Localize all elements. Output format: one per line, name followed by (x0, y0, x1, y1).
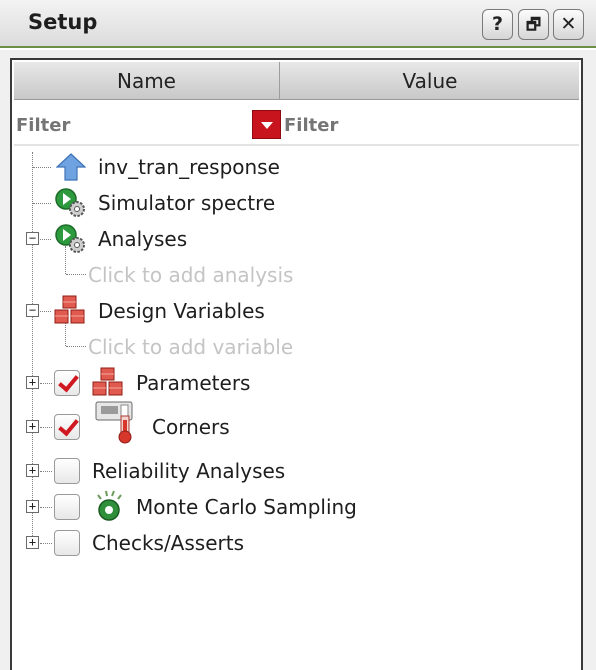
dice-icon (97, 490, 122, 521)
add-analysis-hint[interactable]: Click to add analysis (88, 263, 293, 287)
cubes-icon (54, 295, 85, 324)
column-header-value[interactable]: Value (281, 62, 579, 100)
tree-label: Design Variables (98, 299, 265, 323)
tree-connector (40, 311, 51, 312)
tree-connector (40, 383, 52, 384)
tree-connector (40, 239, 51, 240)
tree-connector (40, 427, 52, 428)
column-header-name[interactable]: Name (14, 62, 280, 100)
tree-guide-line (32, 152, 33, 542)
setup-tree-view[interactable]: Name Value inv_tran_response Simulator s… (10, 58, 583, 670)
parameters-checkbox[interactable] (54, 370, 80, 396)
help-button[interactable]: ? (482, 9, 513, 40)
window-title: Setup (28, 10, 98, 34)
thermometer-icon (95, 401, 133, 444)
tree-connector (66, 346, 86, 347)
filter-separator (14, 144, 579, 146)
tree-label: Simulator spectre (98, 191, 276, 215)
tree-label: Corners (152, 415, 230, 439)
collapse-toggle[interactable]: − (26, 304, 39, 317)
tree-connector (33, 167, 51, 168)
filter-dropdown-button[interactable] (252, 110, 281, 139)
close-button[interactable]: ✕ (553, 9, 584, 40)
value-filter-input[interactable] (284, 108, 564, 142)
name-filter-input[interactable] (16, 108, 252, 142)
expand-toggle[interactable]: + (26, 500, 39, 513)
corners-checkbox[interactable] (54, 414, 80, 440)
tree-connector (40, 543, 52, 544)
add-variable-hint[interactable]: Click to add variable (88, 335, 293, 359)
expand-toggle[interactable]: + (26, 420, 39, 433)
table-header: Name Value (14, 62, 579, 100)
simulator-gear-icon (55, 188, 85, 217)
reliability-analyses-checkbox[interactable] (54, 458, 80, 484)
simulator-gear-icon (55, 224, 85, 253)
tree-connector (33, 203, 51, 204)
expand-toggle[interactable]: + (26, 464, 39, 477)
tree-label: Parameters (136, 371, 251, 395)
expand-toggle[interactable]: + (26, 536, 39, 549)
tree-label: inv_tran_response (98, 155, 280, 179)
tree-connector (66, 274, 86, 275)
tree-label: Analyses (98, 227, 188, 251)
up-arrow-icon (56, 153, 86, 181)
collapse-toggle[interactable]: − (26, 232, 39, 245)
cubes-icon (92, 367, 123, 396)
tree-label: Checks/Asserts (92, 531, 244, 555)
tree-connector (40, 471, 52, 472)
expand-toggle[interactable]: + (26, 376, 39, 389)
float-button[interactable]: 🗗 (518, 9, 549, 40)
title-bar: Setup ? 🗗 ✕ (0, 0, 596, 48)
tree-label: Monte Carlo Sampling (136, 495, 357, 519)
tree-label: Reliability Analyses (92, 459, 286, 483)
monte-carlo-sampling-checkbox[interactable] (54, 494, 80, 520)
tree-connector (40, 507, 52, 508)
checks-asserts-checkbox[interactable] (54, 530, 80, 556)
